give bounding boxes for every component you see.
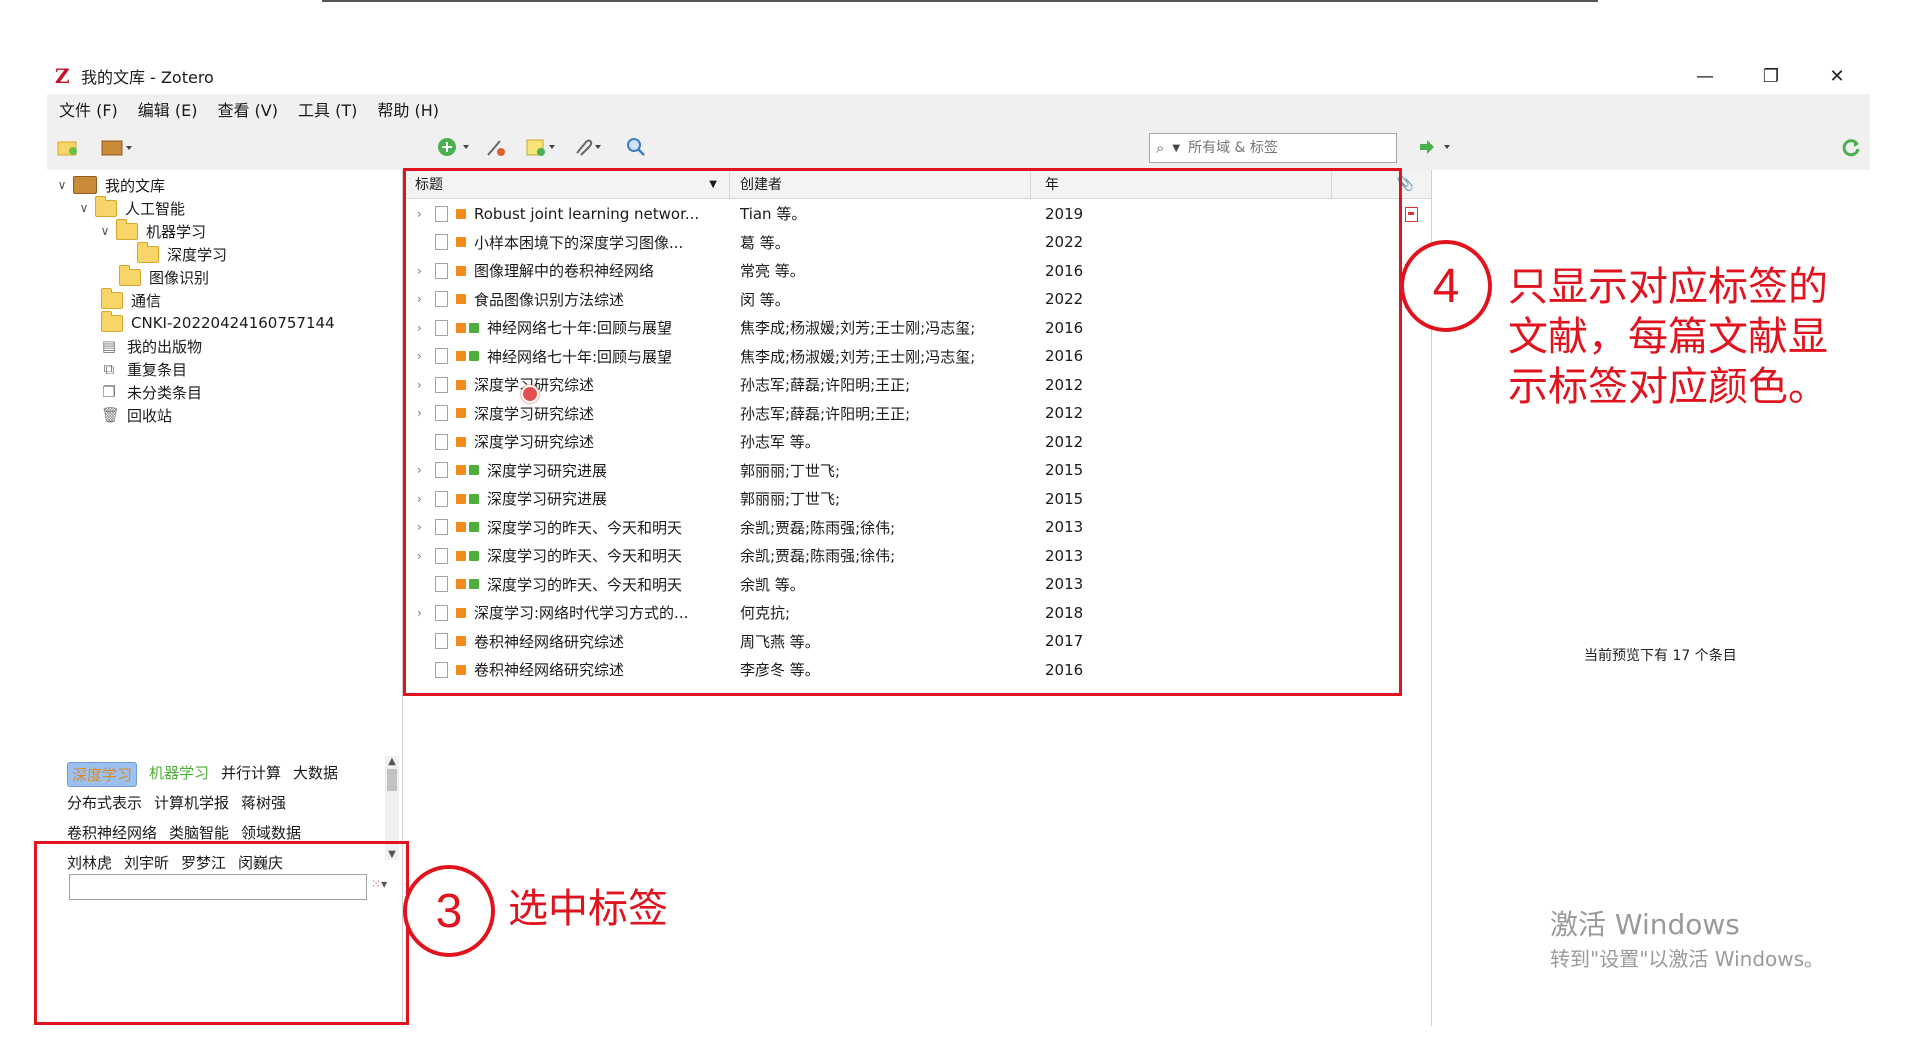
tag-item[interactable]: 计算机学报 — [154, 792, 229, 813]
menu-help[interactable]: 帮助 (H) — [377, 97, 439, 121]
search-box[interactable]: ⌕ ▼ — [1149, 133, 1397, 163]
folder-icon — [116, 218, 138, 240]
tag-item[interactable]: 分布式表示 — [67, 792, 142, 813]
step4-badge: 4 — [1400, 240, 1492, 332]
tag-item[interactable]: 卷积神经网络 — [67, 822, 157, 843]
tag-row: 分布式表示 计算机学报 蒋树强 — [67, 792, 286, 813]
tag-row: 深度学习 机器学习 并行计算 大数据 — [67, 762, 338, 787]
folder-icon — [137, 241, 159, 263]
sync-icon — [1842, 139, 1860, 157]
search-mode-dropdown-icon[interactable]: ▼ — [1172, 143, 1180, 154]
attachment-button[interactable] — [571, 135, 607, 159]
add-item-icon — [438, 138, 469, 156]
step4-note: 只显示对应标签的 文献，每篇文献显 示标签对应颜色。 — [1508, 262, 1828, 412]
highlight-items-box — [403, 168, 1402, 696]
minimize-button[interactable]: — — [1672, 58, 1738, 94]
folder-icon — [101, 310, 123, 332]
library-menu-icon — [101, 140, 132, 156]
tree-item-label: 深度学习 — [167, 245, 228, 264]
go-arrow-icon — [1420, 140, 1450, 154]
magnifier-icon — [627, 138, 645, 156]
new-library-button[interactable] — [101, 135, 135, 159]
menu-tools[interactable]: 工具 (T) — [298, 97, 357, 121]
toolbar: ⌕ ▼ — [47, 124, 1870, 171]
menu-bar: 文件 (F) 编辑 (E) 查看 (V) 工具 (T) 帮助 (H) — [47, 94, 1870, 124]
collapse-icon[interactable]: ∨ — [98, 224, 112, 238]
magic-wand-icon — [487, 140, 505, 156]
highlight-tags-box — [34, 841, 409, 1025]
mouse-cursor-icon — [521, 385, 539, 403]
tag-item[interactable]: 类脑智能 — [169, 822, 229, 843]
locate-button[interactable] — [1417, 135, 1457, 159]
menu-edit[interactable]: 编辑 (E) — [138, 97, 198, 121]
publications-icon: ▤ — [101, 337, 117, 355]
collapse-icon[interactable]: ∨ — [77, 201, 91, 215]
library-icon — [73, 176, 97, 194]
tag-parallel-computing[interactable]: 并行计算 — [221, 762, 281, 787]
step4-note-line: 示标签对应颜色。 — [1508, 364, 1828, 410]
menu-file[interactable]: 文件 (F) — [59, 97, 118, 121]
advanced-search-button[interactable] — [625, 135, 647, 159]
tree-item-label: 未分类条目 — [127, 383, 203, 402]
tree-item-label: 我的出版物 — [127, 337, 203, 356]
tree-item-label: 人工智能 — [125, 199, 186, 218]
collapse-icon[interactable]: ∨ — [55, 178, 69, 192]
tree-item-label: 通信 — [131, 291, 162, 310]
activation-watermark-subtitle: 转到"设置"以激活 Windows。 — [1550, 947, 1825, 971]
tree-item-label: 图像识别 — [149, 268, 210, 287]
item-count-message: 当前预览下有 17 个条目 — [1584, 648, 1737, 664]
tree-item-trash[interactable]: 🗑 回收站 — [95, 402, 172, 428]
folder-icon — [101, 287, 123, 309]
add-by-identifier-button[interactable] — [484, 135, 508, 159]
note-icon — [526, 139, 555, 156]
top-divider — [322, 0, 1598, 2]
new-collection-button[interactable] — [57, 135, 79, 159]
search-icon: ⌕ — [1156, 139, 1165, 157]
scroll-thumb[interactable] — [387, 769, 397, 791]
sync-button[interactable] — [1840, 135, 1862, 159]
search-input[interactable] — [1186, 139, 1371, 157]
step3-badge: 3 — [403, 865, 495, 957]
step4-note-line: 文献，每篇文献显 — [1508, 314, 1828, 360]
title-bar: Z 我的文库 - Zotero — ❐ ✕ — [47, 58, 1870, 94]
tag-machine-learning[interactable]: 机器学习 — [149, 762, 209, 787]
tree-item-label: 重复条目 — [127, 360, 188, 379]
new-note-button[interactable] — [525, 135, 561, 159]
new-collection-icon — [57, 141, 77, 156]
tag-row: 卷积神经网络 类脑智能 领域数据 — [67, 822, 301, 843]
tag-big-data[interactable]: 大数据 — [293, 762, 338, 787]
step3-note: 选中标签 — [508, 886, 668, 932]
new-item-button[interactable] — [437, 135, 473, 159]
tree-item-label: 回收站 — [127, 406, 173, 425]
unfiled-icon: ❐ — [102, 383, 116, 401]
scroll-up-icon[interactable]: ▲ — [385, 756, 399, 767]
restore-button[interactable]: ❐ — [1738, 58, 1804, 94]
duplicates-icon: ⧉ — [103, 360, 115, 378]
tree-item-label: 我的文库 — [105, 176, 166, 195]
window-title: 我的文库 - Zotero — [81, 68, 214, 87]
zotero-logo-icon: Z — [55, 64, 70, 88]
pdf-icon[interactable] — [1405, 207, 1418, 222]
trash-icon: 🗑 — [101, 406, 121, 424]
tag-deep-learning[interactable]: 深度学习 — [67, 762, 138, 787]
close-button[interactable]: ✕ — [1804, 58, 1870, 94]
paperclip-icon — [576, 139, 601, 156]
tree-item-label: 机器学习 — [146, 222, 207, 241]
menu-view[interactable]: 查看 (V) — [217, 97, 278, 121]
folder-icon — [119, 264, 141, 286]
folder-icon — [95, 195, 117, 217]
tag-item[interactable]: 领域数据 — [241, 822, 301, 843]
tree-item-label: CNKI-20220424160757144 — [131, 314, 335, 332]
tag-item[interactable]: 蒋树强 — [241, 792, 286, 813]
step4-note-line: 只显示对应标签的 — [1508, 264, 1828, 310]
activation-watermark-title: 激活 Windows — [1550, 908, 1740, 941]
